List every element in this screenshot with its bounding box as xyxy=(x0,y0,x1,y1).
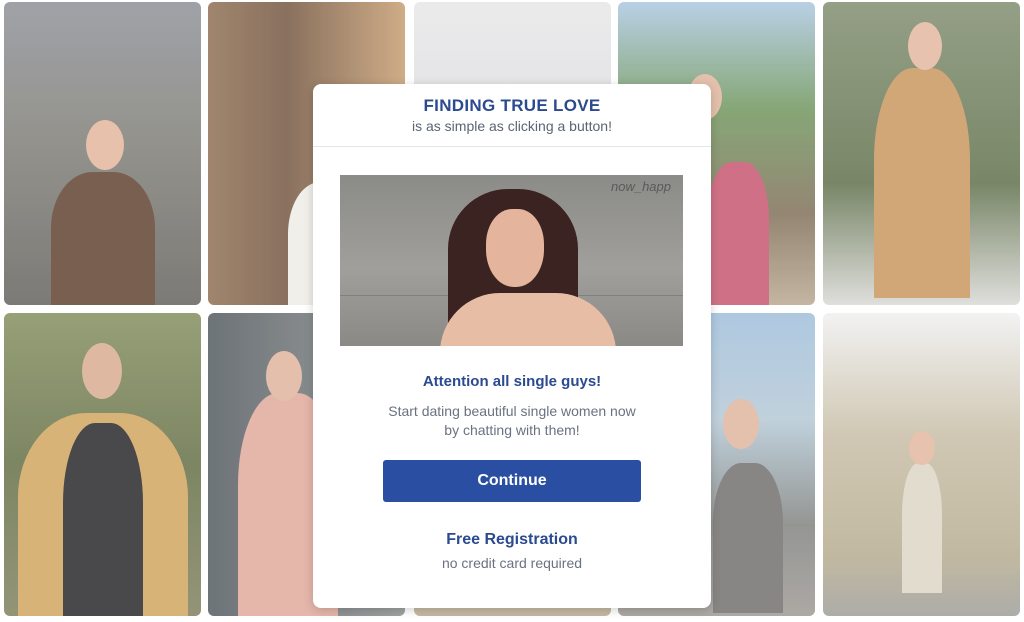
photo-tile-6 xyxy=(4,313,201,616)
attention-heading: Attention all single guys! xyxy=(422,373,602,390)
description: Start dating beautiful single women now … xyxy=(313,402,711,440)
photo-tile-5 xyxy=(823,2,1020,305)
photo-tile-10 xyxy=(823,313,1020,616)
photo-tile-1 xyxy=(4,2,201,305)
signup-modal: FINDING TRUE LOVE is as simple as clicki… xyxy=(313,84,711,608)
photo-face xyxy=(486,209,544,287)
free-registration-label: Free Registration xyxy=(446,531,578,548)
modal-subtitle: is as simple as clicking a button! xyxy=(412,118,612,134)
no-credit-card-note: no credit card required xyxy=(441,555,583,571)
featured-profile-photo: now_happ xyxy=(340,175,683,346)
continue-button[interactable]: Continue xyxy=(383,460,641,502)
description-line-1: Start dating beautiful single women now xyxy=(388,403,636,419)
description-line-2: by chatting with them! xyxy=(444,422,580,438)
modal-title: FINDING TRUE LOVE xyxy=(423,96,601,115)
photo-wall-text: now_happ xyxy=(611,179,671,194)
modal-header: FINDING TRUE LOVE is as simple as clicki… xyxy=(313,84,711,147)
